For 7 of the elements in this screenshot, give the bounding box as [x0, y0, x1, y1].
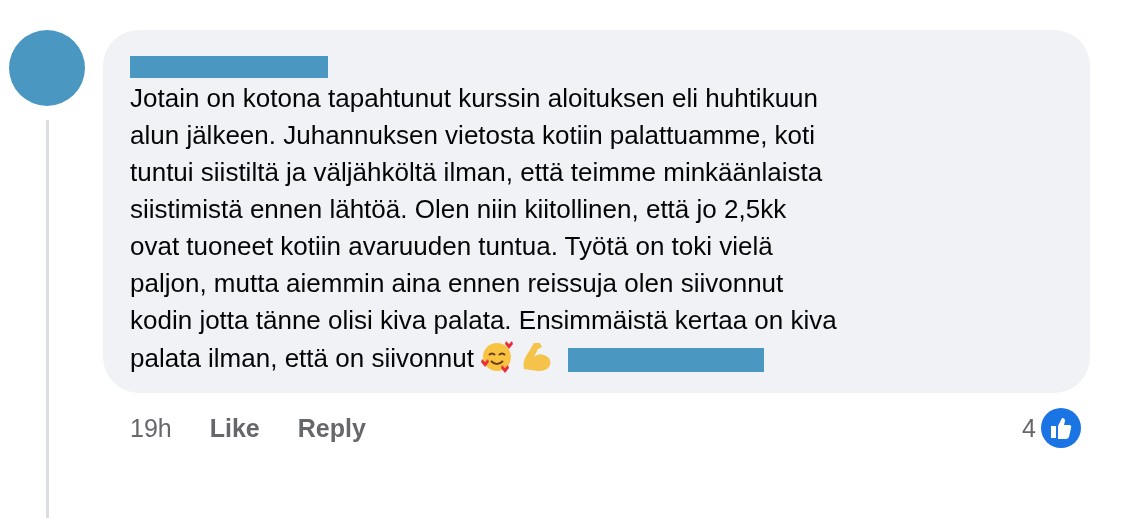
reaction-count[interactable]: 4: [1022, 413, 1036, 443]
comment-text: palata ilman, että on siivonnut: [130, 343, 474, 373]
thumbs-up-icon[interactable]: [1040, 407, 1082, 449]
comment-action-link[interactable]: Reply: [297, 413, 366, 443]
comment-time[interactable]: 19h: [130, 413, 172, 443]
comment-action-link[interactable]: Like: [209, 413, 260, 443]
smiling-face-hearts-icon: [480, 339, 514, 373]
